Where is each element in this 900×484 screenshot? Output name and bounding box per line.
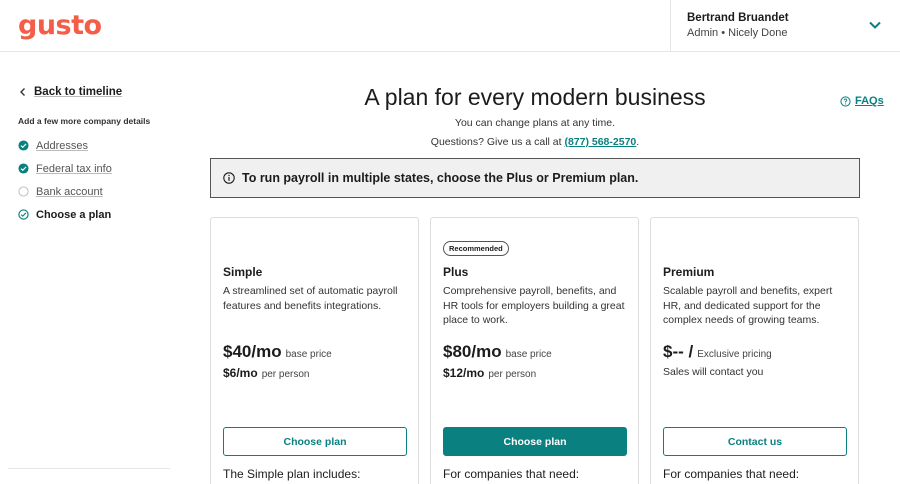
base-price: $80/mo: [443, 342, 502, 361]
user-role-company: Admin • Nicely Done: [687, 27, 788, 39]
plan-name: Simple: [223, 265, 263, 279]
back-to-timeline-link[interactable]: Back to timeline: [18, 86, 122, 98]
step-label: Choose a plan: [36, 208, 112, 221]
top-bar: gusto Bertrand Bruandet Admin • Nicely D…: [0, 0, 900, 52]
multi-state-notice: To run payroll in multiple states, choos…: [210, 158, 860, 198]
plan-description: Comprehensive payroll, benefits, and HR …: [443, 285, 625, 326]
gusto-logo[interactable]: gusto: [18, 10, 102, 41]
user-name: Bertrand Bruandet: [687, 12, 789, 24]
choose-plus-plan-button[interactable]: Choose plan: [443, 427, 627, 456]
user-menu[interactable]: Bertrand Bruandet Admin • Nicely Done: [670, 0, 900, 52]
per-person-amount: $12/mo: [443, 366, 485, 380]
per-person-label: per person: [488, 369, 537, 380]
faqs-label: FAQs: [855, 95, 884, 107]
plan-features-heading: For companies that need:: [443, 467, 580, 481]
step-label: Federal tax info: [36, 162, 112, 175]
plan-card-premium: Premium Scalable payroll and benefits, e…: [650, 217, 859, 484]
step-choose-a-plan[interactable]: Choose a plan: [18, 203, 112, 226]
call-prefix: Questions? Give us a call at: [430, 136, 562, 148]
call-line: Questions? Give us a call at (877) 568-2…: [210, 136, 860, 148]
base-price: $40/mo: [223, 342, 282, 361]
plan-card-simple: Simple A streamlined set of automatic pa…: [210, 217, 419, 484]
page-title: A plan for every modern business: [364, 84, 706, 110]
per-person-label: per person: [261, 369, 310, 380]
step-label: Addresses: [36, 139, 88, 152]
plan-price: $-- / Exclusive pricing: [663, 342, 772, 362]
per-person-price: $12/mo per person: [443, 366, 536, 380]
chevron-left-icon: [20, 88, 25, 96]
plan-name: Plus: [443, 265, 469, 279]
base-price-label: base price: [505, 349, 552, 360]
plan-features-heading: The Simple plan includes:: [223, 467, 361, 481]
page-subtitle: You can change plans at any time.: [454, 117, 616, 129]
step-addresses[interactable]: Addresses: [18, 134, 112, 157]
plan-description: Scalable payroll and benefits, expert HR…: [663, 285, 833, 326]
recommended-badge: Recommended: [443, 241, 509, 256]
per-person-price: $6/mo per person: [223, 366, 310, 380]
step-label: Bank account: [36, 185, 103, 198]
phone-link[interactable]: (877) 568-2570: [564, 136, 636, 148]
check-circle-icon: [18, 163, 29, 174]
question-circle-icon: [840, 95, 851, 107]
contact-us-button[interactable]: Contact us: [663, 427, 847, 456]
per-person-amount: $6/mo: [223, 366, 258, 380]
call-suffix: .: [636, 136, 640, 148]
onboarding-steps: Addresses Federal tax info Bank account …: [18, 134, 112, 226]
empty-circle-icon: [18, 186, 29, 197]
base-price: $-- /: [663, 342, 694, 361]
faqs-link[interactable]: FAQs: [840, 95, 884, 107]
plan-name: Premium: [663, 265, 715, 279]
sidebar-divider: [8, 468, 170, 469]
chevron-down-icon[interactable]: [868, 18, 882, 32]
base-price-label: base price: [285, 349, 332, 360]
exclusive-pricing-label: Exclusive pricing: [697, 349, 772, 360]
plan-price: $40/mo base price: [223, 342, 332, 362]
info-icon: [223, 172, 235, 184]
sales-contact-note: Sales will contact you: [663, 366, 764, 378]
plan-description: A streamlined set of automatic payroll f…: [223, 285, 398, 312]
plan-card-plus: Recommended Plus Comprehensive payroll, …: [430, 217, 639, 484]
sidebar-caption: Add a few more company details: [18, 116, 151, 126]
step-bank-account[interactable]: Bank account: [18, 180, 112, 203]
current-step-icon: [18, 209, 29, 220]
step-federal-tax-info[interactable]: Federal tax info: [18, 157, 112, 180]
plan-features-heading: For companies that need:: [663, 467, 800, 481]
back-to-timeline-label: Back to timeline: [34, 86, 123, 98]
check-circle-icon: [18, 140, 29, 151]
plan-price: $80/mo base price: [443, 342, 552, 362]
choose-simple-plan-button[interactable]: Choose plan: [223, 427, 407, 456]
notice-text: To run payroll in multiple states, choos…: [242, 171, 639, 185]
